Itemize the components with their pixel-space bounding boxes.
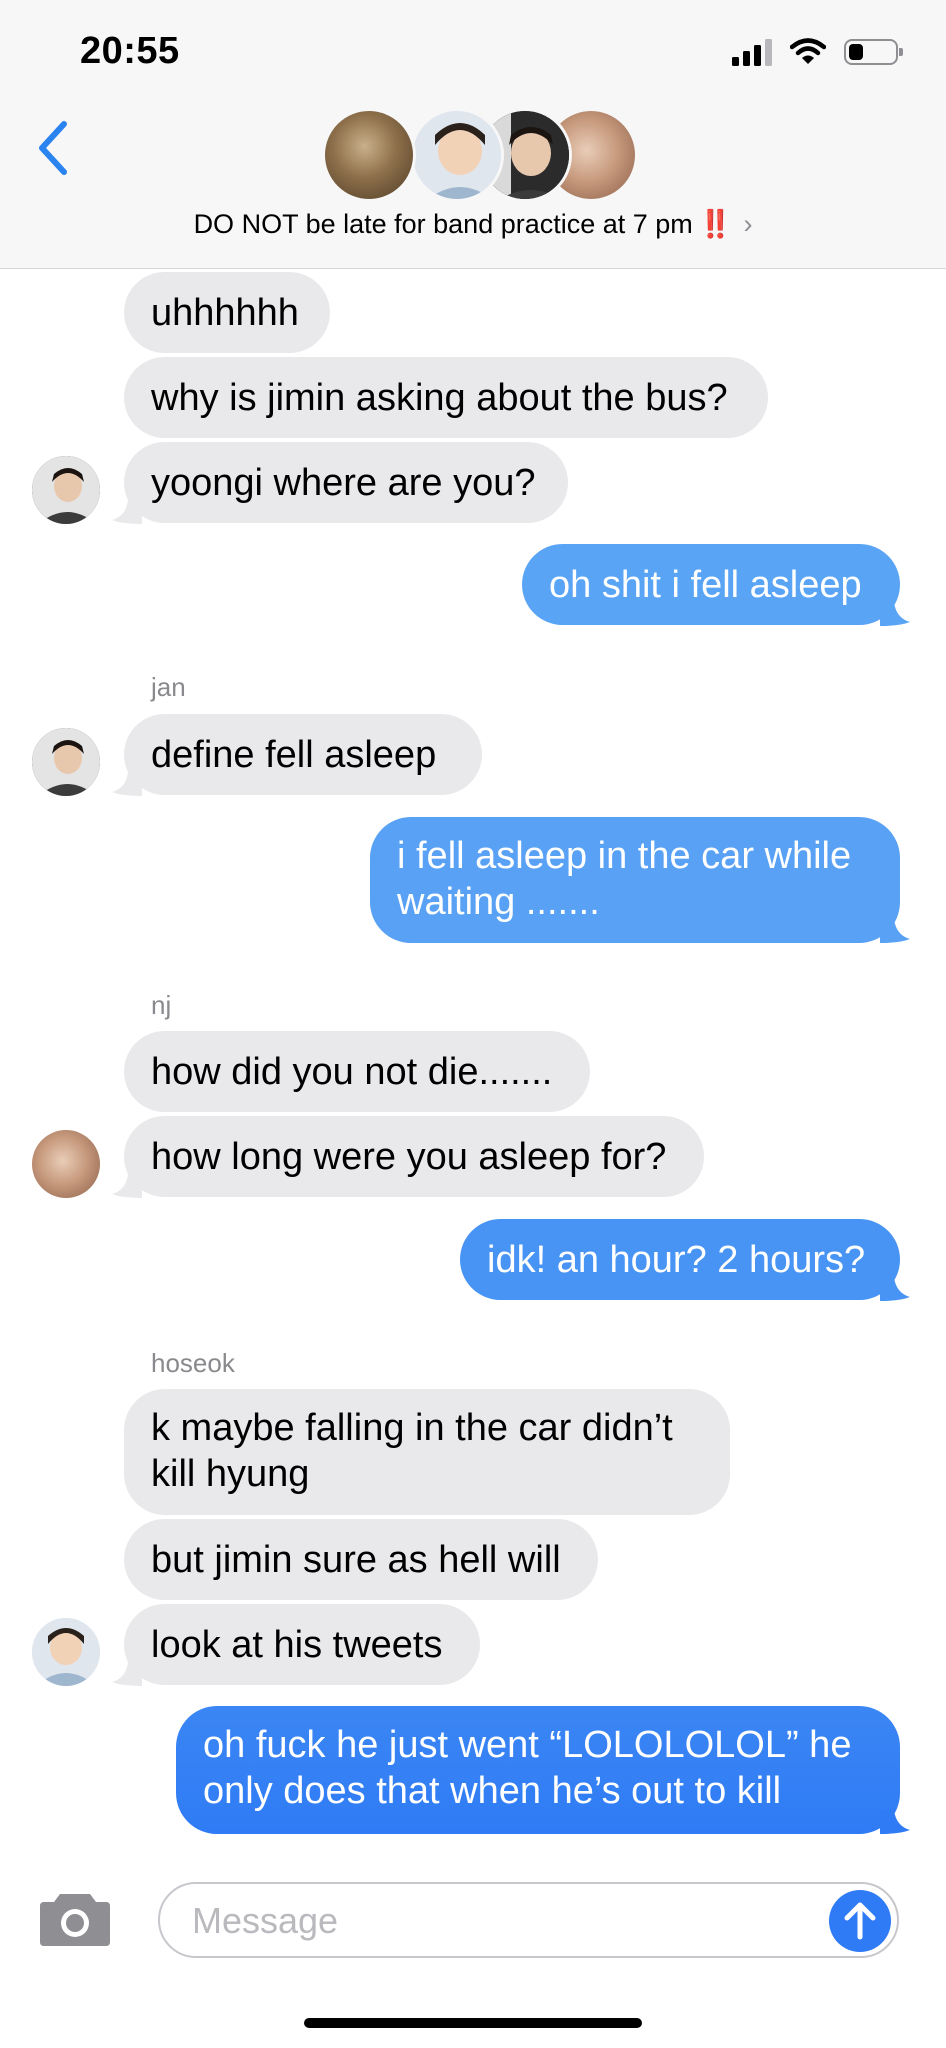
message-bubble[interactable]: oh shit i fell asleep — [522, 544, 900, 625]
chevron-right-icon: › — [743, 209, 753, 239]
avatar — [322, 108, 416, 202]
back-chevron-icon[interactable] — [30, 118, 80, 178]
bubble-tail — [880, 919, 910, 943]
avatar — [32, 1618, 100, 1686]
avatar — [32, 1130, 100, 1198]
wifi-icon — [790, 38, 826, 64]
bubble-tail — [112, 1662, 142, 1686]
bubble-tail — [880, 1810, 910, 1834]
conversation-header: 20:55 DO NOT be late for band practice a… — [0, 0, 946, 269]
sender-name: hoseok — [151, 1348, 235, 1378]
message-composer[interactable] — [158, 1882, 899, 1958]
avatar — [32, 456, 100, 524]
avatar — [410, 108, 504, 202]
message-bubble[interactable]: oh fuck he just went “LOLOLOLOL” he only… — [176, 1706, 900, 1834]
message-bubble[interactable]: how did you not die....... — [124, 1031, 590, 1112]
message-bubble[interactable]: look at his tweets — [124, 1604, 480, 1685]
status-icons — [732, 34, 903, 70]
message-bubble[interactable]: k maybe falling in the car didn’t kill h… — [124, 1389, 730, 1515]
signal-icon — [732, 38, 772, 66]
send-button[interactable] — [829, 1890, 891, 1952]
group-name[interactable]: DO NOT be late for band practice at 7 pm… — [0, 208, 946, 240]
message-bubble[interactable]: define fell asleep — [124, 714, 482, 795]
bubble-tail — [112, 500, 142, 524]
message-bubble[interactable]: idk! an hour? 2 hours? — [460, 1219, 900, 1300]
home-indicator[interactable] — [304, 2018, 642, 2028]
avatar — [32, 728, 100, 796]
group-avatars[interactable] — [322, 108, 638, 202]
bubble-tail — [880, 602, 910, 626]
message-input[interactable] — [190, 1894, 754, 1948]
double-exclamation-emoji: ‼️ — [698, 209, 733, 239]
status-time: 20:55 — [80, 30, 180, 72]
sender-name: nj — [151, 990, 172, 1020]
bubble-tail — [112, 1174, 142, 1198]
message-bubble[interactable]: why is jimin asking about the bus? — [124, 357, 768, 438]
message-bubble[interactable]: uhhhhhh — [124, 272, 330, 353]
message-bubble[interactable]: yoongi where are you? — [124, 442, 568, 523]
bubble-tail — [112, 772, 142, 796]
message-bubble[interactable]: i fell asleep in the car while waiting .… — [370, 817, 900, 943]
bubble-tail — [880, 1277, 910, 1301]
arrow-up-icon — [844, 1902, 876, 1940]
message-bubble[interactable]: how long were you asleep for? — [124, 1116, 704, 1197]
message-bubble[interactable]: but jimin sure as hell will — [124, 1519, 598, 1600]
battery-icon — [844, 39, 903, 65]
sender-name: jan — [151, 672, 186, 702]
camera-icon[interactable] — [38, 1888, 112, 1948]
